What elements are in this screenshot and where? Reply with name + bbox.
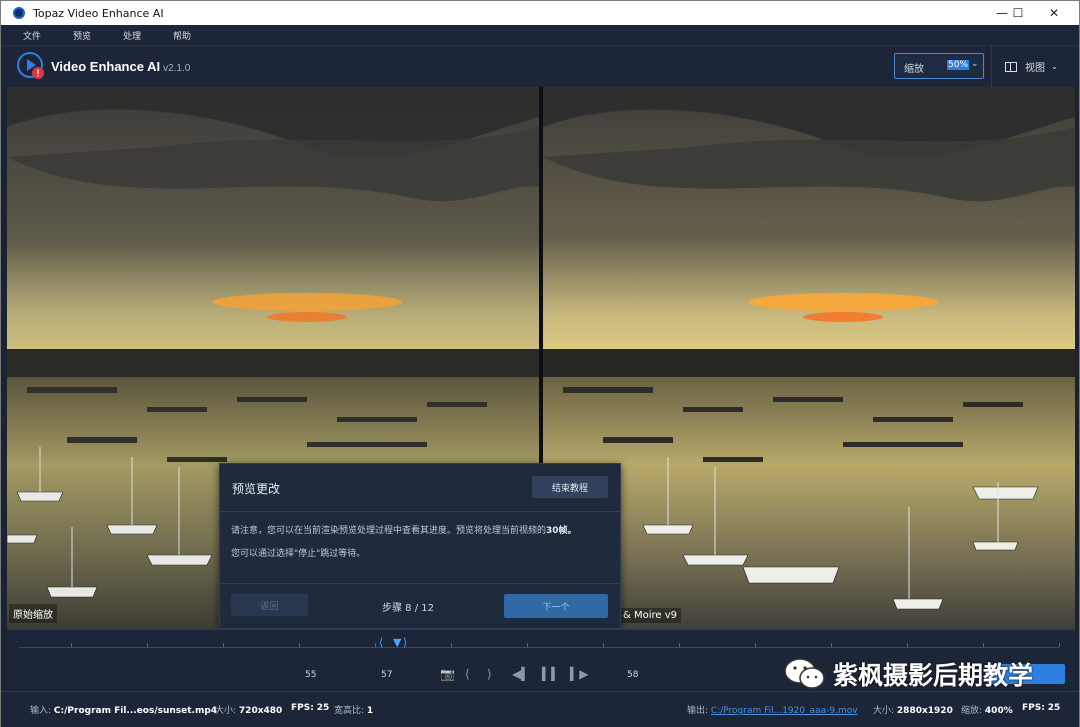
input-label: 输入: bbox=[30, 706, 52, 716]
timeline-tick bbox=[299, 643, 300, 647]
dialog-text-1: 请注意，您可以在当前渲染预览处理过程中查看其进度。预览将处理当前视频的30帧。 bbox=[231, 525, 609, 538]
input-fps-label: FPS: bbox=[291, 703, 314, 713]
output-size-label: 大小: bbox=[873, 706, 895, 716]
timeline-tick bbox=[71, 643, 72, 647]
enhanced-preview[interactable]: & Moire v9 bbox=[543, 87, 1075, 629]
timeline-tick bbox=[1059, 643, 1060, 647]
topaz-logo-icon bbox=[13, 7, 25, 19]
menu-file[interactable]: 文件 bbox=[23, 29, 41, 42]
output-zoom-label: 缩放: bbox=[961, 706, 983, 716]
close-button[interactable]: ✕ bbox=[1037, 1, 1071, 25]
chevron-down-icon: ⌄ bbox=[1051, 62, 1058, 71]
timeline-tick bbox=[375, 643, 376, 647]
timeline-track[interactable] bbox=[19, 647, 1059, 648]
window-title: Topaz Video Enhance AI bbox=[33, 6, 164, 20]
timeline-tick bbox=[147, 643, 148, 647]
dialog-text-2: 您可以通过选择"停止"跳过等待。 bbox=[231, 549, 366, 559]
menu-bar: 文件 预览 处理 帮助 bbox=[1, 25, 1079, 45]
pause-icon[interactable]: ▍▍ bbox=[542, 667, 560, 681]
video-enhance-logo-icon bbox=[17, 52, 44, 79]
view-label: 视图 bbox=[1025, 63, 1045, 74]
input-size-value: 720x480 bbox=[238, 706, 283, 716]
wechat-watermark: 紫枫摄影后期教学 bbox=[783, 656, 1033, 692]
range-start-handle[interactable]: ⟨ bbox=[379, 636, 383, 649]
view-button[interactable]: 视图 ⌄ bbox=[1005, 59, 1058, 74]
input-size-label: 大小: bbox=[215, 706, 237, 716]
tutorial-dialog: 预览更改 结束教程 请注意，您可以在当前渲染预览处理过程中查看其进度。预览将处理… bbox=[219, 463, 621, 629]
end-tutorial-button[interactable]: 结束教程 bbox=[532, 476, 608, 498]
output-zoom-value: 400% bbox=[984, 706, 1013, 716]
dialog-body: 请注意，您可以在当前渲染预览处理过程中查看其进度。预览将处理当前视频的30帧。 … bbox=[220, 512, 620, 584]
step-forward-icon[interactable]: ▍▶ bbox=[570, 667, 588, 681]
next-button[interactable]: 下一个 bbox=[504, 594, 608, 618]
output-size-info: 大小: 2880x1920 bbox=[873, 703, 953, 716]
dialog-text-1a: 请注意，您可以在当前渲染预览处理过程中查看其进度。预览将处理当前视频的 bbox=[231, 526, 547, 536]
menu-preview[interactable]: 预览 bbox=[73, 29, 91, 42]
title-bar: Topaz Video Enhance AI — ☐ ✕ bbox=[1, 1, 1079, 25]
enhanced-label: & Moire v9 bbox=[619, 608, 682, 623]
output-fps-value: 25 bbox=[1047, 703, 1061, 713]
output-size-value: 2880x1920 bbox=[896, 706, 953, 716]
timeline-tick bbox=[755, 643, 756, 647]
timeline-tick bbox=[907, 643, 908, 647]
dialog-header: 预览更改 结束教程 bbox=[220, 464, 620, 512]
input-fps-value: 25 bbox=[316, 703, 330, 713]
aspect-info: 宽高比: 1 bbox=[334, 703, 373, 716]
timeline-tick bbox=[527, 643, 528, 647]
watermark-text: 紫枫摄影后期教学 bbox=[833, 661, 1034, 690]
output-fps-info: FPS: 25 bbox=[1022, 703, 1060, 713]
wechat-icon bbox=[784, 658, 825, 689]
set-in-point-icon[interactable]: ⟨ bbox=[465, 667, 470, 681]
original-label: 原始缩放 bbox=[9, 604, 57, 623]
output-path-link[interactable]: C:/Program Fil...1920_aaa-9.mov bbox=[711, 706, 858, 716]
timeline-label-55: 55 bbox=[305, 670, 317, 680]
output-zoom-info: 缩放: 400% bbox=[961, 703, 1013, 716]
timeline-tick bbox=[983, 643, 984, 647]
zoom-value[interactable]: 50% bbox=[947, 60, 970, 70]
back-button[interactable]: 返回 bbox=[231, 594, 308, 616]
output-label: 输出: bbox=[687, 706, 709, 716]
dialog-title: 预览更改 bbox=[232, 482, 281, 496]
app-brand: Video Enhance AI v2.1.0 bbox=[51, 59, 190, 74]
chevron-down-icon: ⌄ bbox=[971, 59, 979, 69]
step-indicator: 步骤 8 / 12 bbox=[382, 603, 434, 614]
timeline-tick bbox=[223, 643, 224, 647]
input-size-info: 大小: 720x480 bbox=[215, 703, 282, 716]
header-divider bbox=[991, 46, 992, 88]
menu-process[interactable]: 处理 bbox=[123, 29, 141, 42]
timeline-tick bbox=[831, 643, 832, 647]
split-view-icon bbox=[1005, 61, 1017, 72]
timeline-tick bbox=[679, 643, 680, 647]
menu-help[interactable]: 帮助 bbox=[173, 29, 191, 42]
aspect-label: 宽高比: bbox=[334, 706, 365, 716]
timeline-tick bbox=[451, 643, 452, 647]
zoom-select[interactable]: 缩放 50% ⌄ bbox=[894, 53, 984, 79]
range-end-handle[interactable]: ⟩ bbox=[403, 636, 407, 649]
app-header: Video Enhance AI v2.1.0 缩放 50% ⌄ 视图 ⌄ bbox=[1, 45, 1079, 88]
dialog-footer: 返回 步骤 8 / 12 下一个 bbox=[220, 584, 620, 629]
dialog-text-1b: 30帧。 bbox=[546, 526, 577, 536]
set-out-point-icon[interactable]: ⟩ bbox=[487, 667, 492, 681]
step-back-icon[interactable]: ◀▍ bbox=[512, 667, 530, 681]
status-bar: 输入: C:/Program Fil...eos/sunset.mp4 大小: … bbox=[1, 691, 1079, 727]
aspect-value: 1 bbox=[366, 706, 374, 716]
output-info: 输出: C:/Program Fil...1920_aaa-9.mov bbox=[687, 703, 858, 716]
maximize-button[interactable]: ☐ bbox=[1001, 1, 1035, 25]
app-name: Video Enhance AI bbox=[51, 59, 161, 74]
enhanced-video-frame bbox=[543, 87, 1075, 629]
app-window: Topaz Video Enhance AI — ☐ ✕ 文件 预览 处理 帮助… bbox=[0, 0, 1080, 727]
timeline-label-58: 58 bbox=[627, 670, 639, 680]
input-path: C:/Program Fil...eos/sunset.mp4 bbox=[53, 706, 218, 716]
input-fps-info: FPS: 25 bbox=[291, 703, 329, 713]
app-version: v2.1.0 bbox=[163, 63, 191, 74]
input-info: 输入: C:/Program Fil...eos/sunset.mp4 bbox=[30, 703, 217, 716]
timeline-label-57: 57 bbox=[381, 670, 393, 680]
output-fps-label: FPS: bbox=[1022, 703, 1045, 713]
timeline-tick bbox=[603, 643, 604, 647]
zoom-label: 缩放 bbox=[904, 64, 924, 75]
camera-icon[interactable]: 📷 bbox=[440, 667, 455, 681]
